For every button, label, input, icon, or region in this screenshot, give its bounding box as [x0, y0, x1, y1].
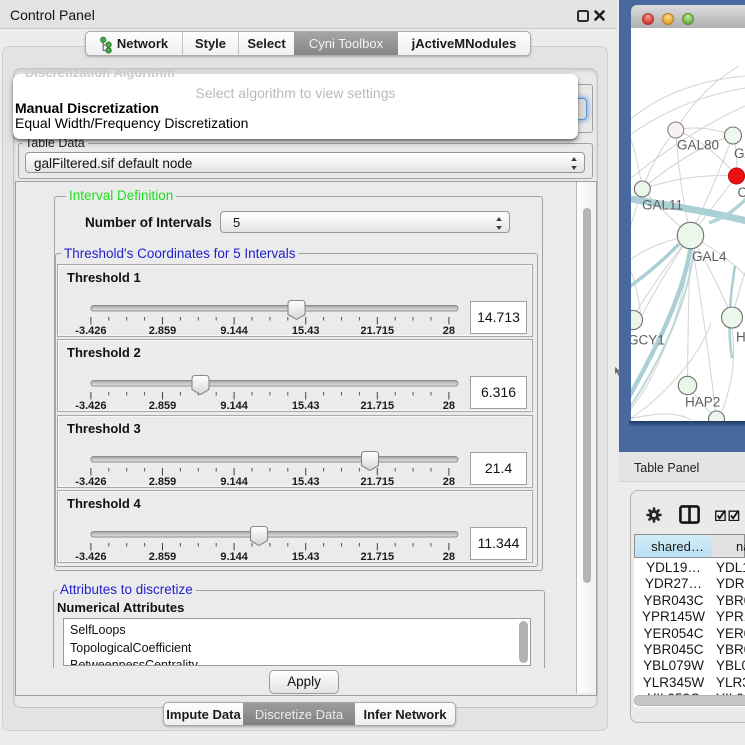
svg-text:GA: GA	[734, 146, 745, 161]
svg-text:C: C	[738, 185, 745, 200]
svg-text:GCY1: GCY1	[631, 333, 665, 348]
svg-text:H: H	[736, 330, 745, 345]
svg-text:HAP2: HAP2	[685, 395, 720, 410]
svg-text:GAL11: GAL11	[642, 198, 683, 213]
svg-text:GAL80: GAL80	[677, 138, 719, 153]
svg-text:GAL4: GAL4	[692, 249, 727, 264]
